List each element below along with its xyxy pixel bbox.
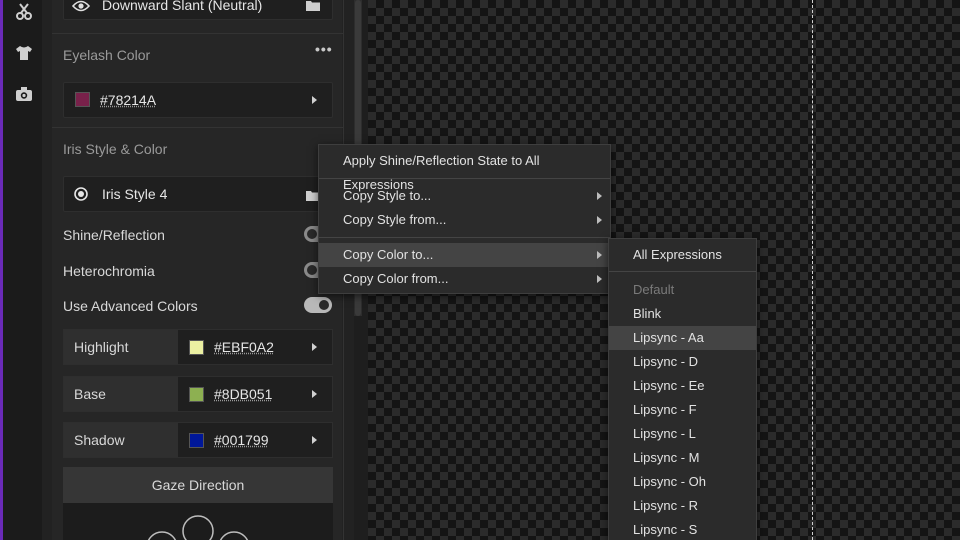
menu-item-label: Copy Style to... (343, 188, 432, 203)
menu-item-label: Lipsync - Aa (633, 330, 704, 345)
menu-copy-style-to[interactable]: Copy Style to... (319, 184, 610, 208)
eyelash-more-icon[interactable]: ••• (315, 41, 333, 57)
iris-section-title: Iris Style & Color (63, 141, 168, 157)
submenu-lipsync-ee[interactable]: Lipsync - Ee (609, 374, 756, 398)
iris-style-dropdown[interactable]: Iris Style 4 (63, 176, 333, 212)
shape-value: Downward Slant (Neutral) (102, 0, 263, 13)
submenu-all-expressions[interactable]: All Expressions (609, 243, 756, 267)
chevron-right-icon[interactable] (312, 390, 317, 398)
toggle-knob (307, 265, 317, 275)
menu-separator (319, 237, 610, 238)
menu-item-label: Copy Color to... (343, 247, 434, 262)
menu-item-label: Copy Color from... (343, 271, 449, 286)
highlight-label: Highlight (64, 330, 178, 364)
submenu-lipsync-oh[interactable]: Lipsync - Oh (609, 470, 756, 494)
copy-color-submenu: All Expressions Default Blink Lipsync - … (608, 238, 757, 540)
menu-item-label: Lipsync - R (633, 498, 699, 513)
menu-item-label: Lipsync - D (633, 354, 699, 369)
menu-copy-color-to[interactable]: Copy Color to... (319, 243, 610, 267)
menu-item-label: Default (633, 282, 675, 297)
submenu-lipsync-d[interactable]: Lipsync - D (609, 350, 756, 374)
submenu-lipsync-l[interactable]: Lipsync - L (609, 422, 756, 446)
menu-item-label: Lipsync - M (633, 450, 700, 465)
menu-copy-color-from[interactable]: Copy Color from... (319, 267, 610, 291)
menu-item-label: Lipsync - Ee (633, 378, 705, 393)
chevron-right-icon[interactable] (312, 343, 317, 351)
section-divider (52, 127, 344, 128)
gaze-center-handle[interactable] (182, 515, 214, 540)
menu-item-label: Lipsync - L (633, 426, 696, 441)
shadow-color-row[interactable]: Shadow #001799 (63, 422, 333, 458)
menu-apply-shine[interactable]: Apply Shine/Reflection State to All Expr… (319, 149, 610, 192)
chevron-right-icon (597, 251, 602, 259)
eye-icon (72, 0, 90, 12)
gaze-direction-widget[interactable] (63, 503, 333, 540)
shine-reflection-label: Shine/Reflection (63, 227, 165, 243)
radio-selected-icon (74, 187, 88, 201)
highlight-swatch[interactable] (189, 340, 204, 355)
menu-item-label: Blink (633, 306, 662, 321)
tool-rail (0, 0, 42, 540)
menu-separator (319, 178, 610, 179)
menu-copy-style-from[interactable]: Copy Style from... (319, 208, 610, 232)
submenu-blink[interactable]: Blink (609, 302, 756, 326)
context-menu: Apply Shine/Reflection State to All Expr… (318, 144, 611, 294)
advanced-colors-toggle[interactable] (304, 297, 332, 313)
shadow-hex[interactable]: #001799 (214, 432, 269, 448)
toggle-knob (319, 300, 329, 310)
gaze-left-handle[interactable] (147, 531, 177, 540)
menu-separator (609, 271, 756, 272)
gaze-right-handle[interactable] (219, 531, 249, 540)
iris-style-value: Iris Style 4 (102, 186, 168, 202)
chevron-right-icon[interactable] (312, 96, 317, 104)
submenu-default: Default (609, 278, 756, 302)
menu-item-label: Lipsync - Oh (633, 474, 706, 489)
eyelash-swatch[interactable] (75, 92, 90, 107)
gaze-direction-header[interactable]: Gaze Direction (63, 467, 333, 503)
eyelash-hex[interactable]: #78214A (100, 92, 156, 108)
base-color-row[interactable]: Base #8DB051 (63, 376, 333, 412)
heterochromia-label: Heterochromia (63, 263, 155, 279)
submenu-lipsync-r[interactable]: Lipsync - R (609, 494, 756, 518)
highlight-color-row[interactable]: Highlight #EBF0A2 (63, 329, 333, 365)
advanced-colors-label: Use Advanced Colors (63, 298, 198, 314)
camera-icon[interactable] (12, 82, 36, 106)
submenu-lipsync-f[interactable]: Lipsync - F (609, 398, 756, 422)
base-hex[interactable]: #8DB051 (214, 386, 272, 402)
highlight-hex[interactable]: #EBF0A2 (214, 339, 274, 355)
canvas-guide-line (812, 0, 813, 540)
chevron-right-icon (597, 216, 602, 224)
shirt-icon[interactable] (12, 41, 36, 65)
base-label: Base (64, 377, 178, 411)
submenu-lipsync-aa[interactable]: Lipsync - Aa (609, 326, 756, 350)
submenu-lipsync-m[interactable]: Lipsync - M (609, 446, 756, 470)
shadow-label: Shadow (64, 423, 178, 457)
shadow-swatch[interactable] (189, 433, 204, 448)
folder-icon[interactable] (306, 0, 320, 11)
menu-item-label: Lipsync - F (633, 402, 697, 417)
base-swatch[interactable] (189, 387, 204, 402)
chevron-right-icon[interactable] (312, 436, 317, 444)
menu-item-label: Copy Style from... (343, 212, 447, 227)
chevron-right-icon (597, 192, 602, 200)
scissors-icon[interactable] (12, 0, 36, 24)
section-divider (52, 33, 344, 34)
eyelash-color-field[interactable]: #78214A (63, 82, 333, 118)
menu-item-label: Lipsync - S (633, 522, 698, 537)
chevron-right-icon (597, 275, 602, 283)
menu-item-label: All Expressions (633, 247, 722, 262)
eyelash-color-title: Eyelash Color (63, 47, 151, 63)
submenu-lipsync-s[interactable]: Lipsync - S (609, 518, 756, 540)
shape-dropdown[interactable]: Downward Slant (Neutral) (63, 0, 333, 20)
toggle-knob (307, 229, 317, 239)
